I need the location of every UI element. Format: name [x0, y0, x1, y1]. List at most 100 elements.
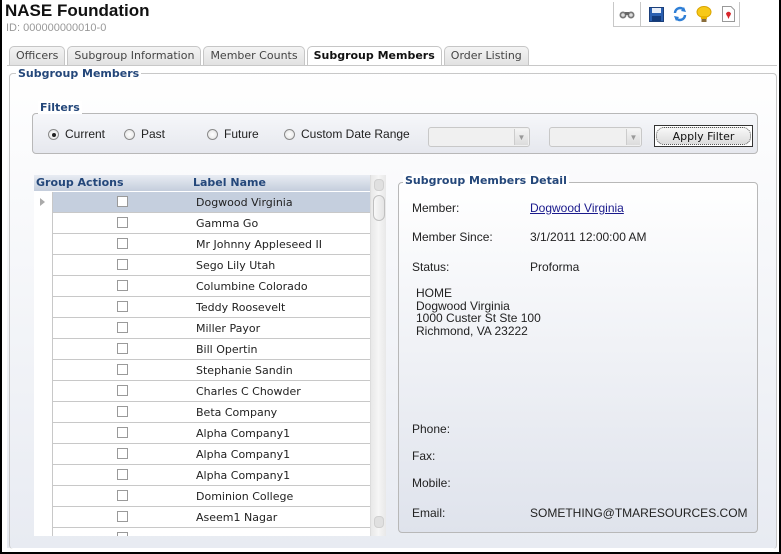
row-checkbox[interactable]: [117, 280, 128, 291]
row-checkbox[interactable]: [117, 301, 128, 312]
tab-subgroup-information[interactable]: Subgroup Information: [67, 46, 202, 65]
radio-circle[interactable]: [207, 128, 218, 140]
row-selector[interactable]: [34, 402, 52, 423]
row-selector[interactable]: [34, 528, 52, 536]
table-row[interactable]: Mr Johnny Appleseed II: [34, 234, 370, 255]
radio-future[interactable]: Future: [207, 127, 259, 141]
row-selector[interactable]: [34, 318, 52, 339]
status-value: Proforma: [530, 260, 580, 274]
row-checkbox[interactable]: [117, 385, 128, 396]
row-selector[interactable]: [34, 255, 52, 276]
table-row[interactable]: Charles C Chowder: [34, 381, 370, 402]
row-body[interactable]: Gamma Go: [52, 213, 370, 234]
row-body[interactable]: Columbine Colorado: [52, 276, 370, 297]
row-selector[interactable]: [34, 339, 52, 360]
row-selector[interactable]: [34, 192, 52, 213]
row-body[interactable]: Charles C Chowder: [52, 381, 370, 402]
row-checkbox[interactable]: [117, 196, 128, 207]
row-selector[interactable]: [34, 444, 52, 465]
row-label-name: Stephanie Sandin: [196, 364, 293, 377]
scroll-thumb[interactable]: [373, 195, 385, 221]
row-checkbox[interactable]: [117, 490, 128, 501]
row-body[interactable]: [52, 528, 370, 536]
row-body[interactable]: Mr Johnny Appleseed II: [52, 234, 370, 255]
row-selector[interactable]: [34, 297, 52, 318]
table-row[interactable]: [34, 528, 370, 536]
table-row[interactable]: Stephanie Sandin: [34, 360, 370, 381]
row-checkbox[interactable]: [117, 343, 128, 354]
row-checkbox[interactable]: [117, 322, 128, 333]
scroll-down-button[interactable]: [374, 516, 384, 528]
table-row[interactable]: Alpha Company1: [34, 465, 370, 486]
tab-member-counts[interactable]: Member Counts: [203, 46, 305, 65]
row-checkbox[interactable]: [117, 469, 128, 480]
table-row[interactable]: Bill Opertin: [34, 339, 370, 360]
start-date-dropdown[interactable]: ▼: [428, 127, 530, 147]
chevron-down-icon[interactable]: ▼: [626, 129, 640, 145]
table-row[interactable]: Sego Lily Utah: [34, 255, 370, 276]
row-selector[interactable]: [34, 486, 52, 507]
row-checkbox[interactable]: [117, 238, 128, 249]
table-row[interactable]: Gamma Go: [34, 213, 370, 234]
row-selector[interactable]: [34, 381, 52, 402]
row-body[interactable]: Stephanie Sandin: [52, 360, 370, 381]
column-header-group-actions[interactable]: Group Actions: [36, 176, 124, 189]
row-checkbox[interactable]: [117, 532, 128, 536]
row-selector[interactable]: [34, 276, 52, 297]
radio-circle[interactable]: [124, 128, 135, 140]
column-header-label-name[interactable]: Label Name: [193, 176, 266, 189]
row-selector[interactable]: [34, 234, 52, 255]
member-link[interactable]: Dogwood Virginia: [530, 201, 624, 215]
row-body[interactable]: Bill Opertin: [52, 339, 370, 360]
radio-circle[interactable]: [48, 128, 59, 140]
table-row[interactable]: Alpha Company1: [34, 444, 370, 465]
row-body[interactable]: Beta Company: [52, 402, 370, 423]
save-icon[interactable]: [647, 5, 665, 23]
table-row[interactable]: Aseem1 Nagar: [34, 507, 370, 528]
end-date-dropdown[interactable]: ▼: [549, 127, 642, 147]
table-row[interactable]: Teddy Roosevelt: [34, 297, 370, 318]
table-row[interactable]: Columbine Colorado: [34, 276, 370, 297]
row-body[interactable]: Aseem1 Nagar: [52, 507, 370, 528]
row-selector[interactable]: [34, 507, 52, 528]
row-selector[interactable]: [34, 465, 52, 486]
row-selector[interactable]: [34, 213, 52, 234]
row-checkbox[interactable]: [117, 364, 128, 375]
table-row[interactable]: Dominion College: [34, 486, 370, 507]
tab-order-listing[interactable]: Order Listing: [443, 46, 529, 65]
scroll-up-button[interactable]: [374, 179, 384, 191]
table-row[interactable]: Beta Company: [34, 402, 370, 423]
report-icon[interactable]: [719, 5, 737, 23]
row-checkbox[interactable]: [117, 448, 128, 459]
row-selector[interactable]: [34, 360, 52, 381]
row-checkbox[interactable]: [117, 259, 128, 270]
row-body[interactable]: Teddy Roosevelt: [52, 297, 370, 318]
row-body[interactable]: Alpha Company1: [52, 444, 370, 465]
radio-past[interactable]: Past: [124, 127, 165, 141]
row-body[interactable]: Miller Payor: [52, 318, 370, 339]
tab-subgroup-members[interactable]: Subgroup Members: [306, 46, 442, 66]
apply-filter-button[interactable]: Apply Filter: [654, 125, 753, 147]
table-row[interactable]: Alpha Company1: [34, 423, 370, 444]
table-row[interactable]: Dogwood Virginia: [34, 192, 370, 213]
row-checkbox[interactable]: [117, 406, 128, 417]
chevron-down-icon[interactable]: ▼: [514, 129, 528, 145]
radio-circle[interactable]: [284, 128, 295, 140]
row-body[interactable]: Alpha Company1: [52, 465, 370, 486]
row-selector[interactable]: [34, 423, 52, 444]
refresh-icon[interactable]: [671, 5, 689, 23]
lightbulb-icon[interactable]: [695, 5, 713, 23]
row-body[interactable]: Dogwood Virginia: [52, 192, 370, 213]
row-checkbox[interactable]: [117, 217, 128, 228]
radio-custom-date-range[interactable]: Custom Date Range: [284, 127, 410, 141]
binoculars-icon[interactable]: [618, 5, 636, 23]
grid-scrollbar[interactable]: [370, 175, 386, 536]
row-checkbox[interactable]: [117, 427, 128, 438]
row-checkbox[interactable]: [117, 511, 128, 522]
radio-current[interactable]: Current: [48, 127, 105, 141]
row-body[interactable]: Sego Lily Utah: [52, 255, 370, 276]
table-row[interactable]: Miller Payor: [34, 318, 370, 339]
row-body[interactable]: Alpha Company1: [52, 423, 370, 444]
row-body[interactable]: Dominion College: [52, 486, 370, 507]
tab-officers[interactable]: Officers: [9, 46, 66, 65]
